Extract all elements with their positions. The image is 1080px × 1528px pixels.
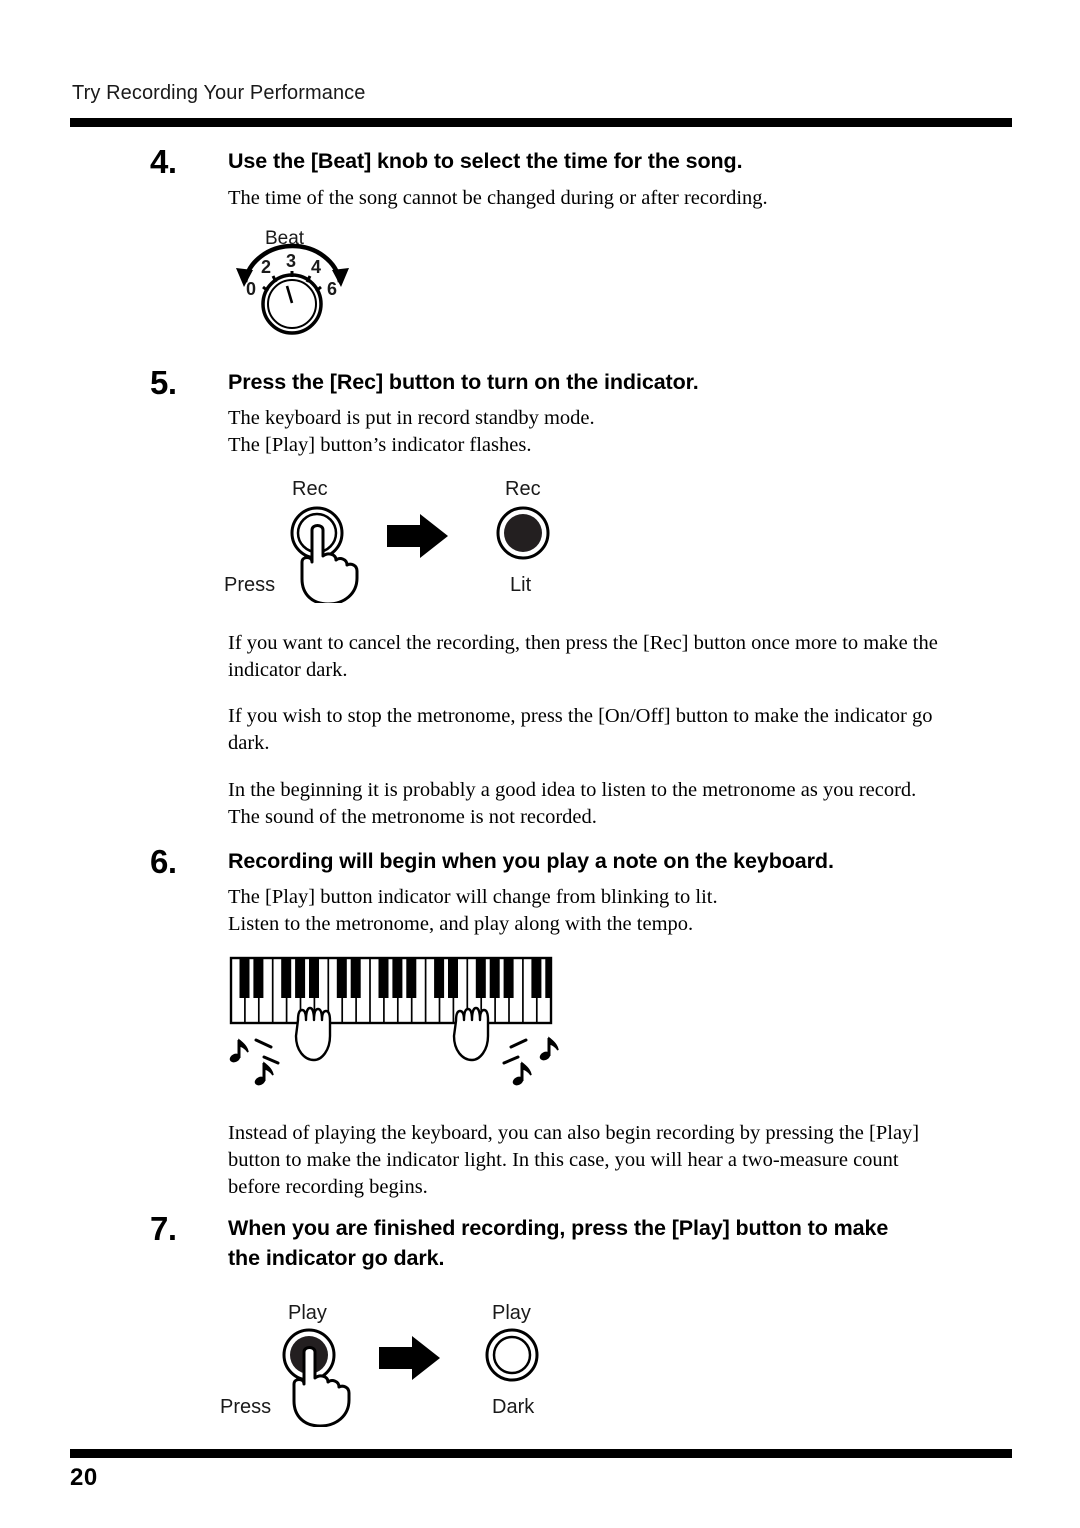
step-body-4: The time of the song cannot be changed d… [228,187,768,209]
play-left-label: Play [288,1302,327,1324]
music-note-left-lower [254,1061,274,1086]
step-body-6-line1: The [Play] button indicator will change … [228,886,718,908]
note-listen-metronome: In the beginning it is probably a good i… [228,779,917,828]
beat-tick-label-4: 4 [311,257,322,277]
step-body-6-line2: Listen to the metronome, and play along … [228,913,694,935]
footer-divider [70,1449,1012,1458]
play-right-label: Play [492,1302,531,1324]
rec-left-caption: Press [224,574,276,596]
play-left-caption: Press [220,1396,272,1418]
note-play-button-start: Instead of playing the keyboard, you can… [228,1122,920,1198]
beat-knob-label: Beat [265,228,305,249]
beat-knob-figure: Beat 0 2 3 4 6 [222,228,382,337]
play-right-caption: Dark [492,1396,535,1418]
beat-tick-label-3: 3 [286,251,297,271]
note-cancel-recording: If you want to cancel the recording, the… [228,632,938,681]
step-number-4: 4. [150,143,177,180]
rec-button-figure: Rec Rec Press Lit [224,478,584,606]
beat-tick-label-2: 2 [261,257,272,277]
page-header-title: Try Recording Your Performance [72,82,366,104]
step-number-5: 5. [150,364,177,401]
step-number-6: 6. [150,843,177,880]
step-heading-5: Press the [Rec] button to turn on the in… [228,370,699,394]
step-number-7: 7. [150,1210,177,1247]
step-heading-6: Recording will begin when you play a not… [228,849,834,873]
music-note-left-upper [229,1038,249,1063]
motion-dashes-left [254,1038,280,1065]
step-heading-4: Use the [Beat] knob to select the time f… [228,149,743,173]
page-number: 20 [70,1464,98,1491]
piano-keyboard-icon [229,956,559,1086]
left-hand-icon [294,1006,332,1062]
music-note-right-lower [512,1061,532,1086]
header-divider [70,118,1012,127]
step-body-5-line2: The [Play] button’s indicator flashes. [228,434,532,456]
step-body-5-line1: The keyboard is put in record standby mo… [228,407,595,429]
music-note-right-upper [539,1036,559,1061]
rec-right-label: Rec [505,478,541,500]
manual-page: Try Recording Your Performance 4. Use th… [0,0,1080,1528]
right-hand-icon [452,1006,490,1062]
step-heading-7: When you are finished recording, press t… [228,1216,889,1270]
beat-tick-label-6: 6 [327,279,338,299]
rec-right-caption: Lit [510,574,532,596]
motion-dashes-right [502,1038,528,1065]
keyboard-figure [222,950,572,1100]
note-stop-metronome: If you wish to stop the metronome, press… [228,705,933,754]
play-button-figure: Play Play Press Dark [216,1302,576,1428]
rec-left-label: Rec [292,478,328,500]
beat-tick-label-0: 0 [246,279,257,299]
